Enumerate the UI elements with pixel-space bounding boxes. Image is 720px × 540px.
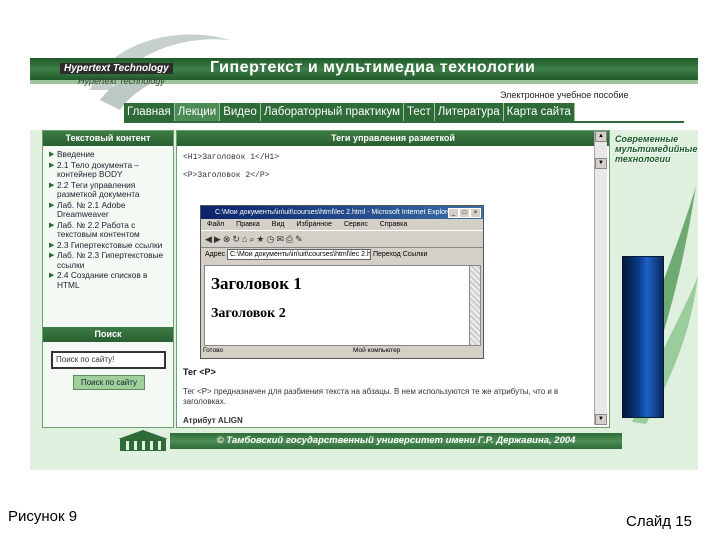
- main-nav: Главная Лекции Видео Лабораторный практи…: [124, 103, 575, 121]
- arrow-right-icon: ▶: [49, 151, 55, 158]
- maximize-icon[interactable]: □: [459, 208, 470, 218]
- menu-item[interactable]: Сервис: [344, 221, 368, 228]
- rendered-heading-2: Заголовок 2: [211, 306, 286, 321]
- toc-item[interactable]: ▶ Лаб. № 2.1 Adobe Dreamweaver: [49, 200, 169, 220]
- toc-item[interactable]: ▶ Лаб. № 2.3 Гипертекстовые ссылки: [49, 250, 169, 270]
- arrow-right-icon: ▶: [49, 252, 55, 259]
- browser-menu: Файл Правка Вид Избранное Сервис Справка: [201, 219, 483, 230]
- logo-text-shadow: Hypertext Technology: [78, 76, 165, 86]
- slide-number: Слайд 15: [626, 513, 692, 530]
- figure-caption: Рисунок 9: [8, 508, 78, 525]
- scroll-up-icon[interactable]: ▲: [595, 131, 607, 142]
- rendered-heading-1: Заголовок 1: [211, 274, 302, 293]
- university-building-icon: [118, 430, 168, 451]
- toc-item[interactable]: ▶ 2.4 Создание списков в HTML: [49, 270, 169, 290]
- toc-item[interactable]: ▶ 2.1 Тело документа – контейнер BODY: [49, 160, 169, 180]
- arrow-right-icon: ▶: [49, 161, 55, 169]
- browser-scrollbar[interactable]: [469, 265, 481, 346]
- search-header: Поиск: [43, 327, 173, 342]
- arrow-right-icon: ▶: [49, 272, 55, 279]
- toc-item[interactable]: ▶ 2.2 Теги управления разметкой документа: [49, 180, 169, 200]
- status-text: Готово: [203, 347, 224, 354]
- arrow-right-icon: ▶: [49, 201, 55, 209]
- nav-item-labs[interactable]: Лабораторный практикум: [261, 103, 404, 121]
- site-title: Гипертекст и мультимедиа технологии: [210, 59, 536, 76]
- section-text: Тег <P> предназначен для разбиения текст…: [183, 387, 559, 406]
- edit-icon[interactable]: ✎: [295, 234, 305, 244]
- scroll-down-icon[interactable]: ▼: [595, 158, 607, 169]
- search-input[interactable]: Поиск по сайту!: [51, 351, 166, 369]
- print-icon[interactable]: ⎙: [286, 234, 295, 244]
- go-button[interactable]: Переход: [373, 251, 401, 258]
- left-sidebar: Текстовый контент ▶ Введение ▶ 2.1 Тело до…: [42, 130, 174, 428]
- attribute-label: Атрибут ALIGN: [183, 416, 243, 425]
- nav-item-literature[interactable]: Литература: [435, 103, 504, 121]
- book-title: Современные мультимедийные технологии: [615, 134, 698, 164]
- section-title: Тег <P>: [183, 367, 216, 377]
- address-bar: Адрес C:\Мои документы\in\uit\courses\ht…: [201, 248, 483, 261]
- arrow-right-icon: ▶: [49, 221, 55, 229]
- nav-item-lectures[interactable]: Лекции: [174, 103, 221, 121]
- content-header: Текстовый контент: [43, 131, 173, 146]
- code-line: <H1>Заголовок 1</H1>: [183, 153, 280, 162]
- nav-item-test[interactable]: Тест: [404, 103, 435, 121]
- nav-item-home[interactable]: Главная: [124, 103, 175, 121]
- main-header: Теги управления разметкой: [177, 131, 609, 146]
- toc-item[interactable]: ▶ 2.3 Гипертекстовые ссылки: [49, 240, 169, 251]
- links-label[interactable]: Ссылки: [403, 251, 428, 258]
- close-icon[interactable]: ×: [470, 208, 481, 218]
- menu-item[interactable]: Избранное: [296, 221, 331, 228]
- arrow-right-icon: ▶: [49, 241, 55, 249]
- menu-item[interactable]: Вид: [272, 221, 285, 228]
- forward-icon[interactable]: ▶: [214, 234, 223, 244]
- mail-icon[interactable]: ✉: [276, 234, 286, 244]
- toc-item[interactable]: ▶ Введение: [49, 149, 169, 160]
- search-button[interactable]: Поиск по сайту: [73, 375, 145, 390]
- scroll-down-icon[interactable]: ▼: [595, 414, 607, 425]
- main-scrollbar[interactable]: ▲ ▼ ▼: [594, 131, 607, 425]
- back-icon[interactable]: ◀: [205, 234, 214, 244]
- refresh-icon[interactable]: ↻: [232, 234, 242, 244]
- browser-title-bar: C:\Мои документы\in\uit\courses\html\lec…: [201, 206, 483, 219]
- menu-item[interactable]: Правка: [236, 221, 260, 228]
- nav-item-sitemap[interactable]: Карта сайта: [504, 103, 575, 121]
- status-zone: Мой компьютер: [353, 347, 401, 354]
- menu-item[interactable]: Справка: [380, 221, 407, 228]
- browser-toolbar: ◀▶⊗↻⌂⌕★◷✉⎙✎: [201, 230, 483, 248]
- site-subtitle: Электронное учебное пособие: [500, 90, 629, 100]
- toc-item[interactable]: ▶ Лаб. № 2.2 Работа с текстовым контентом: [49, 220, 169, 240]
- logo-text[interactable]: Hypertext Technology: [60, 63, 173, 74]
- browser-title: C:\Мои документы\in\uit\courses\html\lec…: [215, 209, 454, 216]
- website-screenshot: Hypertext Technology Hypertext Technolog…: [30, 30, 698, 470]
- browser-window: C:\Мои документы\in\uit\courses\html\lec…: [200, 205, 484, 359]
- footer-copyright: © Тамбовский государственный университет…: [216, 435, 576, 446]
- address-label: Адрес: [205, 251, 226, 258]
- browser-content: Заголовок 1 Заголовок 2: [204, 265, 470, 346]
- nav-item-video[interactable]: Видео: [220, 103, 261, 121]
- book-cover-image: [622, 256, 664, 418]
- browser-status-bar: Готово Мой компьютер: [203, 345, 479, 356]
- minimize-icon[interactable]: _: [448, 208, 459, 218]
- nav-underline: [124, 121, 684, 123]
- address-input[interactable]: C:\Мои документы\in\uit\courses\html\lec…: [227, 248, 371, 260]
- stop-icon[interactable]: ⊗: [223, 234, 233, 244]
- favorites-icon[interactable]: ★: [256, 234, 266, 244]
- menu-item[interactable]: Файл: [207, 221, 224, 228]
- code-line: <P>Заголовок 2</P>: [183, 171, 270, 180]
- history-icon[interactable]: ◷: [267, 234, 277, 244]
- arrow-right-icon: ▶: [49, 181, 55, 189]
- toc-list: ▶ Введение ▶ 2.1 Тело документа – контейне…: [43, 146, 173, 293]
